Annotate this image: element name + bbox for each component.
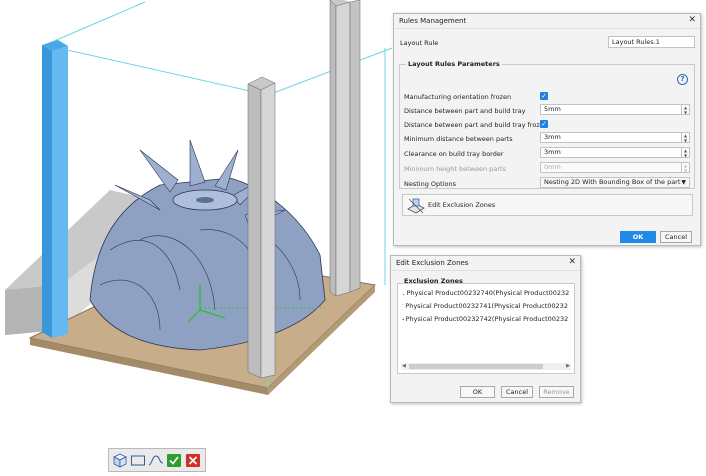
rules-management-dialog: Rules Management ✕ Layout Rule Layout Ru…	[393, 13, 701, 246]
clearance-border-spinner[interactable]: ▲ ▼	[682, 147, 690, 158]
group-title: Layout Rules Parameters	[406, 60, 502, 68]
exclusion-zone-toolbar	[108, 448, 206, 472]
pillar-right	[329, 0, 361, 297]
scrollbar-thumb[interactable]	[409, 364, 543, 369]
help-icon[interactable]: ?	[677, 74, 688, 85]
list-item[interactable]: ⌄ Physical Product00232740(Physical Prod…	[402, 289, 569, 297]
chevron-down-icon: ▼	[681, 179, 686, 186]
edit-exclusion-zones-dialog: Edit Exclusion Zones ✕ Exclusion Zones ⌄…	[390, 255, 581, 403]
nesting-options-select[interactable]: Nesting 2D With Bounding Box of the part…	[540, 177, 690, 188]
cancel-button[interactable]: Cancel	[660, 231, 692, 243]
exclusion-zone-icon	[407, 198, 425, 214]
list-item[interactable]: • Physical Product00232742(Physical Prod…	[402, 315, 568, 323]
distance-part-tray-spinner[interactable]: ▲ ▼	[682, 104, 690, 115]
horizontal-scrollbar[interactable]: ◀ ▶	[401, 363, 571, 370]
ok-button[interactable]: OK	[620, 231, 656, 243]
layout-rule-label: Layout Rule	[400, 39, 439, 47]
distance-part-tray-frozen-label: Distance between part and build tray fro…	[404, 121, 548, 129]
list-item[interactable]: ` Physical Product00232741(Physical Prod…	[402, 302, 568, 310]
clearance-border-field[interactable]: 3mm	[540, 147, 682, 158]
freeform-curve-icon[interactable]	[148, 453, 164, 468]
edit-exclusion-zones-button[interactable]: Edit Exclusion Zones	[402, 194, 693, 216]
dialog-title: Rules Management	[394, 14, 700, 29]
cancel-button[interactable]: Cancel	[501, 386, 533, 398]
min-height-parts-field: 0mm	[540, 162, 682, 173]
scroll-left-icon[interactable]: ◀	[402, 363, 406, 369]
distance-part-tray-field[interactable]: 5mm	[540, 104, 682, 115]
manufacturing-orientation-frozen-label: Manufacturing orientation frozen	[404, 93, 512, 101]
dialog-title: Edit Exclusion Zones	[391, 256, 580, 271]
impeller-part	[89, 139, 326, 351]
layout-rule-field[interactable]: Layout Rules.1	[608, 36, 695, 48]
nesting-options-value: Nesting 2D With Bounding Box of the part	[544, 178, 681, 186]
validate-icon[interactable]	[166, 453, 182, 468]
rectangle-icon[interactable]	[130, 453, 146, 468]
remove-button: Remove	[539, 386, 574, 398]
clearance-border-label: Clearance on build tray border	[404, 150, 504, 158]
manufacturing-orientation-frozen-checkbox[interactable]: ✓	[540, 92, 548, 100]
min-height-parts-spinner: ▲ ▼	[682, 162, 690, 173]
min-distance-parts-field[interactable]: 3mm	[540, 132, 682, 143]
edit-exclusion-zones-label: Edit Exclusion Zones	[428, 201, 496, 209]
close-icon[interactable]: ✕	[568, 257, 576, 268]
pillar-blue	[42, 40, 68, 338]
distance-part-tray-frozen-checkbox[interactable]: ✓	[540, 120, 548, 128]
cancel-icon[interactable]	[185, 453, 201, 468]
nesting-options-label: Nesting Options	[404, 180, 456, 188]
min-height-parts-label: Minimum height between parts	[404, 165, 506, 173]
min-distance-parts-spinner[interactable]: ▲ ▼	[682, 132, 690, 143]
distance-part-tray-label: Distance between part and build tray	[404, 107, 526, 115]
pillar-mid	[247, 76, 276, 379]
ok-button[interactable]: OK	[460, 386, 495, 398]
scroll-right-icon[interactable]: ▶	[566, 363, 570, 369]
min-distance-parts-label: Minimum distance between parts	[404, 135, 513, 143]
exclusion-zones-list[interactable]: ⌄ Physical Product00232740(Physical Prod…	[397, 283, 575, 374]
close-icon[interactable]: ✕	[688, 15, 696, 26]
bounding-box-icon[interactable]	[112, 453, 128, 468]
